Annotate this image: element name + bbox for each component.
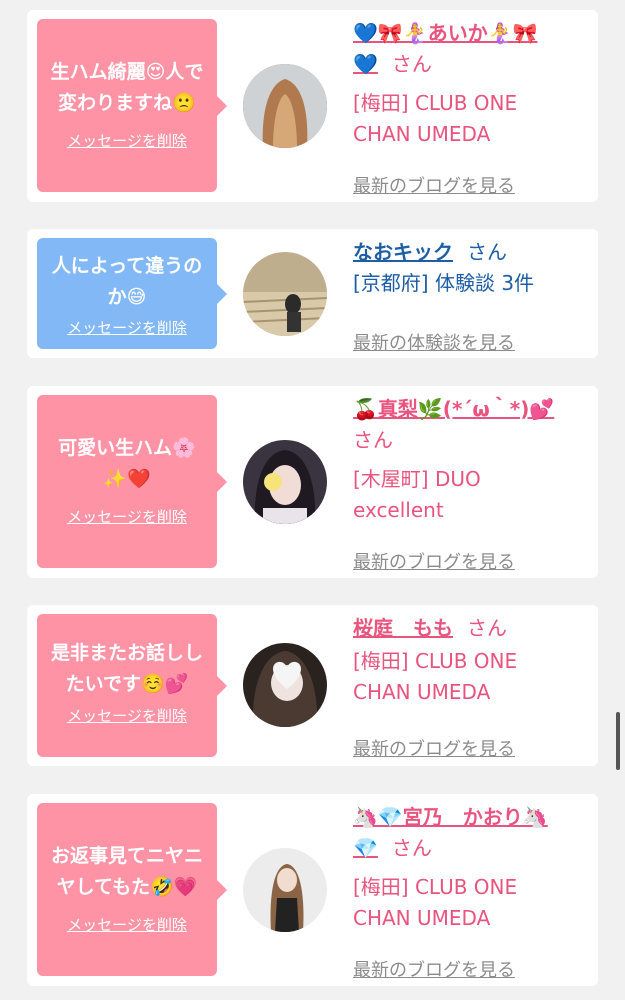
- avatar[interactable]: [243, 64, 327, 148]
- bubble-arrow: [217, 675, 227, 696]
- delete-message-link[interactable]: メッセージを削除: [47, 318, 207, 338]
- message-text: 是非またお話しし: [50, 642, 203, 664]
- avatar-image: [243, 440, 327, 524]
- avatar-image: [243, 252, 327, 336]
- user-name-line: 💙🎀🧜‍♀️あいか🧜‍♀️🎀 💙 さん: [353, 18, 588, 80]
- avatar[interactable]: [243, 848, 327, 932]
- shop-name: [木屋町] DUO excellent: [353, 467, 481, 522]
- latest-blog-link[interactable]: 最新のブログを見る: [353, 172, 515, 198]
- latest-blog-link[interactable]: 最新のブログを見る: [353, 548, 515, 574]
- message-text: 生ハム綺麗😍人で: [50, 61, 204, 83]
- bubble-arrow: [217, 95, 227, 116]
- user-name-link[interactable]: 🦄💎宮乃 かおり🦄: [353, 805, 548, 829]
- avatar[interactable]: [243, 643, 327, 727]
- message-bubble: 可愛い生ハム🌸 ✨❤️ メッセージを削除: [37, 395, 227, 568]
- shop-name: [京都府] 体験談 3件: [353, 271, 535, 295]
- delete-message-link[interactable]: メッセージを削除: [47, 131, 207, 151]
- user-name-line: 🍒真梨🌿(*´ω｀*)💕 さん: [353, 394, 588, 456]
- message-text: ✨❤️: [103, 468, 151, 490]
- avatar-image: [243, 643, 327, 727]
- honorific: さん: [391, 836, 432, 860]
- user-info: 💙🎀🧜‍♀️あいか🧜‍♀️🎀 💙 さん [梅田] CLUB ONE CHAN UM…: [353, 18, 588, 197]
- delete-message-link[interactable]: メッセージを削除: [47, 915, 207, 935]
- message-bubble: 生ハム綺麗😍人で 変わりますね🙁 メッセージを削除: [37, 19, 227, 192]
- user-name-line: 🦄💎宮乃 かおり🦄 💎 さん: [353, 802, 588, 864]
- delete-message-link[interactable]: メッセージを削除: [47, 507, 207, 527]
- bubble-arrow: [217, 879, 227, 900]
- honorific: さん: [353, 428, 393, 452]
- latest-blog-link[interactable]: 最新のブログを見る: [353, 735, 515, 761]
- message-card: 人によって違うの か😅 メッセージを削除 なおキック さん [京都府] 体験談 3…: [27, 229, 598, 358]
- message-text: 可愛い生ハム🌸: [58, 437, 196, 459]
- user-info: なおキック さん [京都府] 体験談 3件 最新の体験談を見る: [353, 237, 588, 354]
- honorific: さん: [467, 240, 507, 264]
- honorific: さん: [467, 616, 507, 640]
- message-text: か😅: [107, 286, 147, 308]
- avatar[interactable]: [243, 252, 327, 336]
- message-text: たいです☺️💕: [65, 673, 189, 695]
- bubble-arrow: [217, 471, 227, 492]
- avatar[interactable]: [243, 440, 327, 524]
- message-text: 人によって違うの: [51, 255, 203, 277]
- bubble-arrow: [217, 283, 227, 304]
- avatar-image: [243, 848, 327, 932]
- user-name-link[interactable]: 💎: [353, 836, 378, 860]
- user-name-line: なおキック さん: [353, 237, 588, 268]
- message-card: お返事見てニヤニ ヤしてもた🤣💗 メッセージを削除 🦄💎宮乃 かおり🦄 💎 さん …: [27, 794, 598, 986]
- scrollbar[interactable]: [616, 712, 620, 770]
- user-name-link[interactable]: 🍒真梨🌿(*´ω｀*)💕: [353, 397, 554, 421]
- message-text: お返事見てニヤニ: [50, 845, 203, 867]
- user-name-line: 桜庭 もも さん: [353, 613, 588, 644]
- message-bubble: 是非またお話しし たいです☺️💕 メッセージを削除: [37, 614, 227, 757]
- message-text: 変わりますね🙁: [58, 92, 196, 114]
- message-card: 是非またお話しし たいです☺️💕 メッセージを削除 桜庭 もも さん [梅田] C…: [27, 605, 598, 766]
- shop-name: [梅田] CLUB ONE CHAN UMEDA: [353, 875, 518, 930]
- avatar-image: [243, 64, 327, 148]
- message-card: 可愛い生ハム🌸 ✨❤️ メッセージを削除 🍒真梨🌿(*´ω｀*)💕 さん [木屋…: [27, 386, 598, 578]
- user-name-link[interactable]: 💙: [353, 52, 378, 76]
- message-text: ヤしてもた🤣💗: [56, 876, 198, 898]
- shop-name: [梅田] CLUB ONE CHAN UMEDA: [353, 91, 518, 146]
- user-info: 🍒真梨🌿(*´ω｀*)💕 さん [木屋町] DUO excellent 最新のブ…: [353, 394, 588, 573]
- user-name-link[interactable]: 桜庭 もも: [353, 616, 453, 640]
- shop-name: [梅田] CLUB ONE CHAN UMEDA: [353, 649, 518, 704]
- message-card: 生ハム綺麗😍人で 変わりますね🙁 メッセージを削除 💙🎀🧜‍♀️あいか🧜‍♀️🎀…: [27, 10, 598, 202]
- delete-message-link[interactable]: メッセージを削除: [47, 706, 207, 726]
- message-bubble: お返事見てニヤニ ヤしてもた🤣💗 メッセージを削除: [37, 803, 227, 976]
- latest-review-link[interactable]: 最新の体験談を見る: [353, 329, 515, 355]
- user-name-link[interactable]: 💙🎀🧜‍♀️あいか🧜‍♀️🎀: [353, 21, 538, 45]
- user-info: 🦄💎宮乃 かおり🦄 💎 さん [梅田] CLUB ONE CHAN UMEDA 最…: [353, 802, 588, 981]
- user-name-link[interactable]: なおキック: [353, 240, 453, 264]
- latest-blog-link[interactable]: 最新のブログを見る: [353, 956, 515, 982]
- honorific: さん: [391, 52, 432, 76]
- message-bubble: 人によって違うの か😅 メッセージを削除: [37, 238, 227, 349]
- user-info: 桜庭 もも さん [梅田] CLUB ONE CHAN UMEDA 最新のブログを…: [353, 613, 588, 760]
